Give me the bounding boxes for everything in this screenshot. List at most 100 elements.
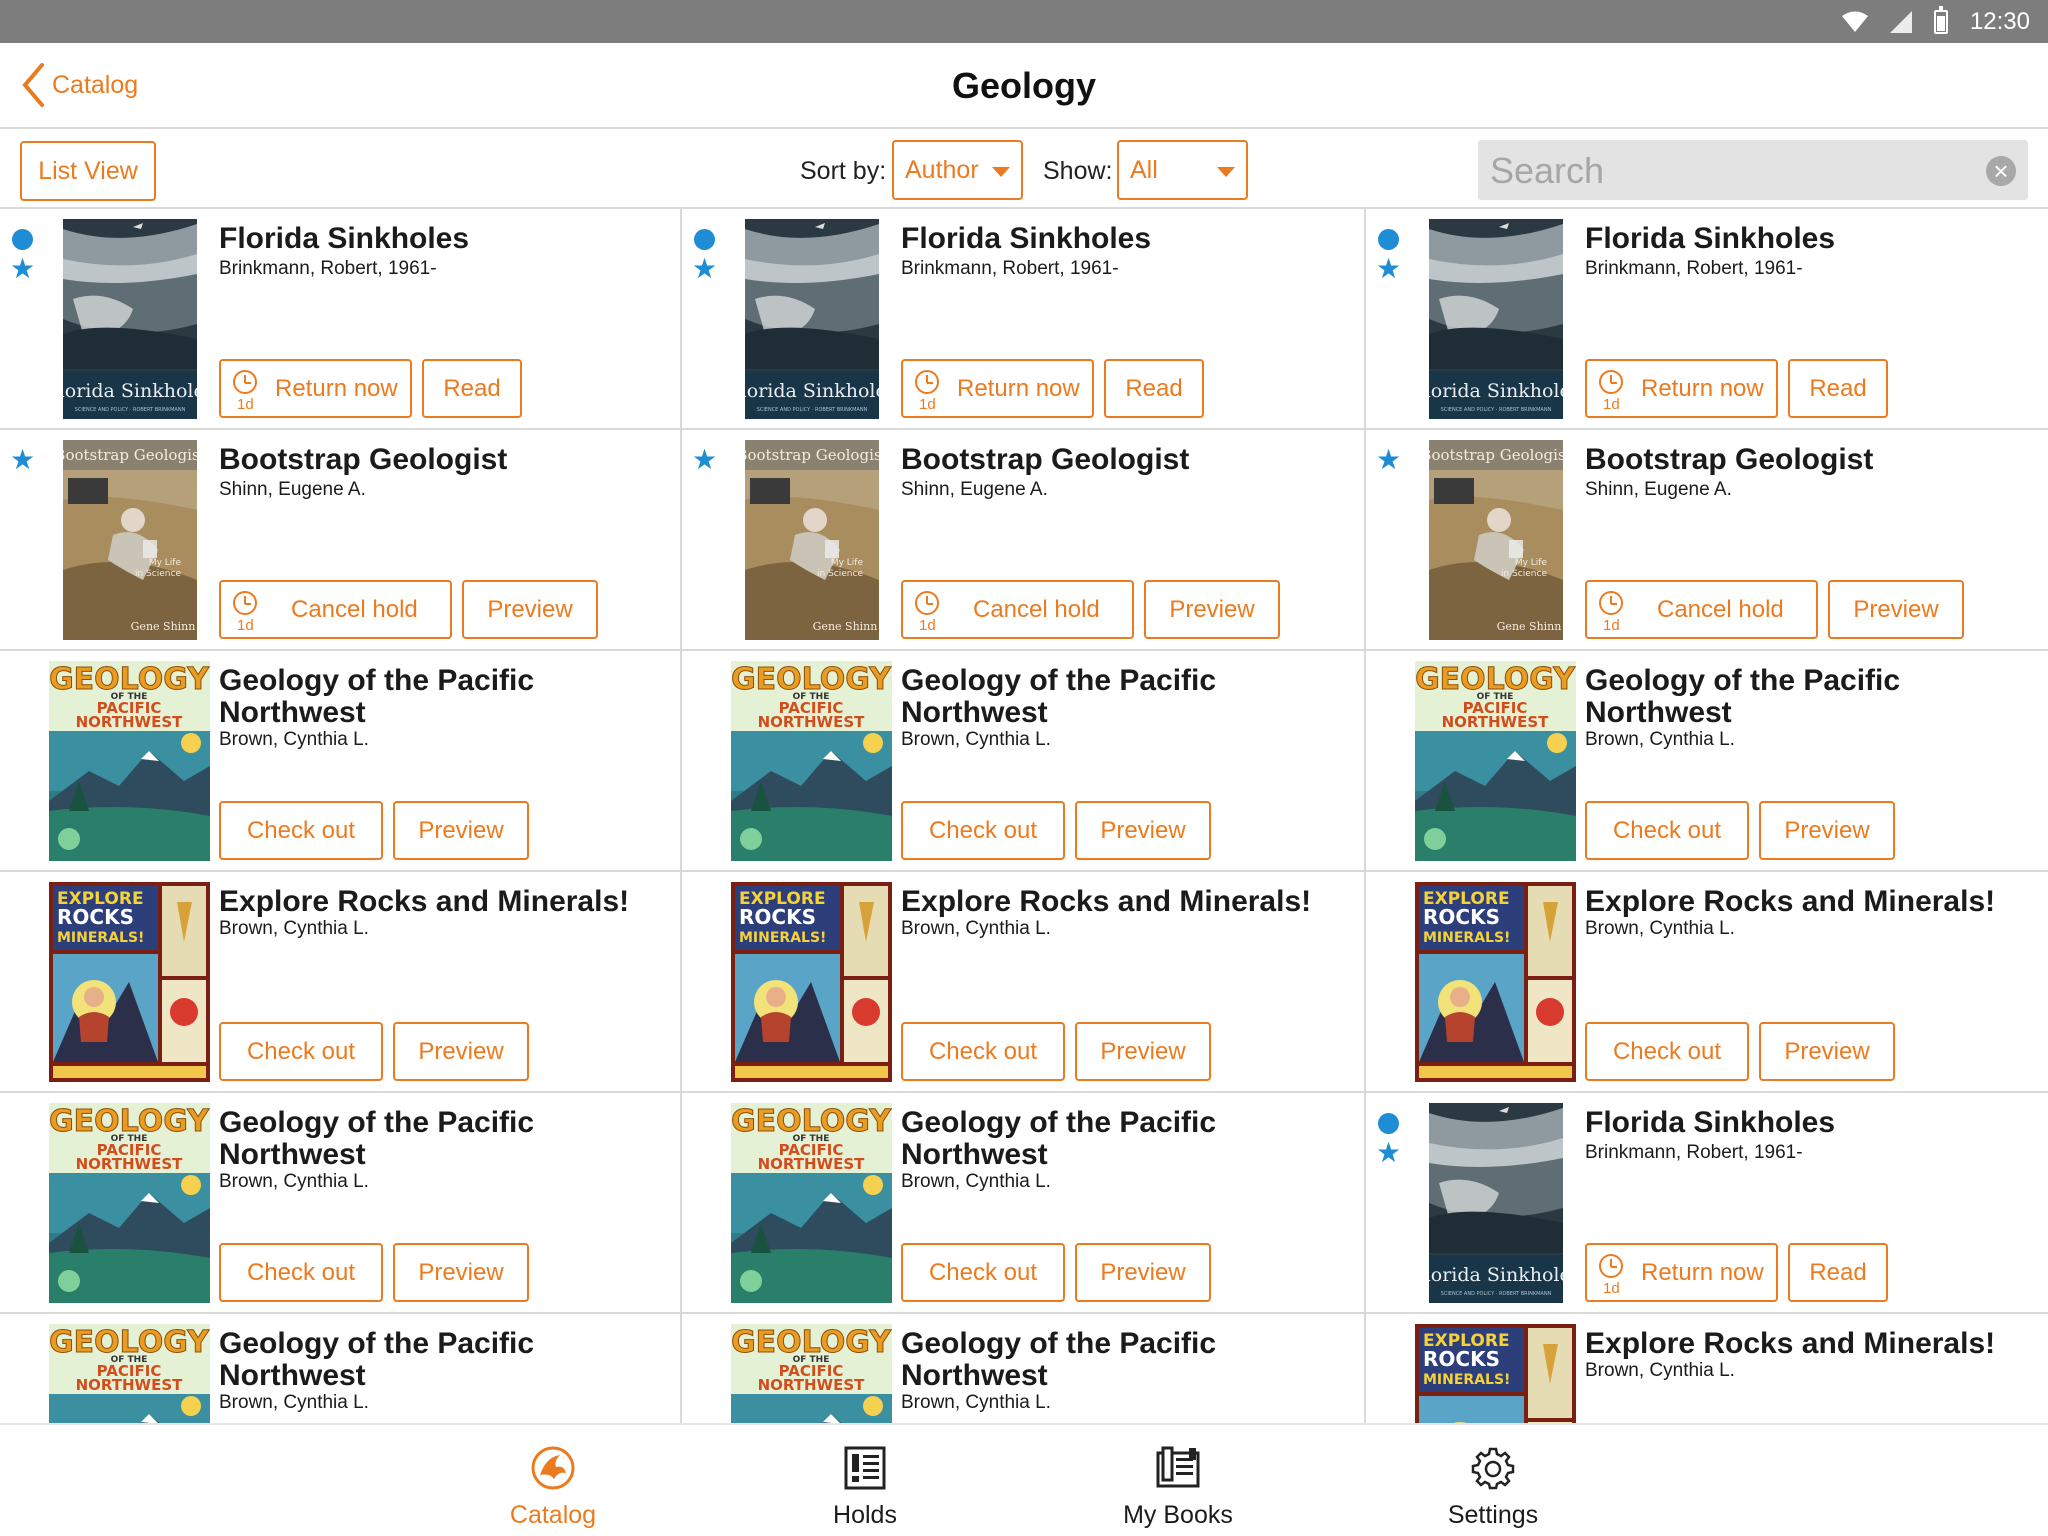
list-view-button[interactable]: List View (20, 141, 156, 201)
sort-label: Sort by: (800, 157, 887, 185)
preview-button[interactable]: Preview (1759, 801, 1895, 860)
cover-title-text: Florida Sinkholes (63, 380, 197, 402)
book-cell[interactable]: GEOLOGY OF THE PACIFIC NORTHWEST Geology… (1366, 651, 2048, 872)
star-icon: ★ (692, 253, 718, 284)
tab-label: My Books (1123, 1501, 1233, 1529)
read-button[interactable]: Read (1788, 1243, 1888, 1302)
book-cover[interactable]: Bootstrap Geologist My Life in Science G… (1429, 440, 1563, 640)
cover-title-text: Florida Sinkholes (745, 380, 879, 402)
check-out-button[interactable]: Check out (901, 1022, 1065, 1081)
status-bar: 12:30 (0, 0, 2048, 43)
book-cover[interactable]: EXPLORE ROCKS MINERALS! (1415, 1324, 1576, 1423)
read-button[interactable]: Read (422, 359, 522, 418)
preview-button[interactable]: Preview (1828, 580, 1964, 639)
return-now-button[interactable]: 1d Return now (1585, 359, 1778, 418)
book-cover[interactable]: GEOLOGY OF THE PACIFIC NORTHWEST (49, 1324, 210, 1423)
book-cover[interactable]: Bootstrap Geologist My Life in Science G… (745, 440, 879, 640)
preview-button[interactable]: Preview (1075, 1243, 1211, 1302)
cancel-hold-button[interactable]: 1d Cancel hold (901, 580, 1134, 639)
book-cell[interactable]: ★ Florida Sinkholes SCIENCE AND POLICY ·… (682, 209, 1366, 430)
check-out-button[interactable]: Check out (1585, 801, 1749, 860)
button-label: Check out (928, 1258, 1038, 1286)
svg-text:MINERALS!: MINERALS! (57, 930, 144, 946)
preview-button[interactable]: Preview (393, 1243, 529, 1302)
return-now-button[interactable]: 1d Return now (1585, 1243, 1778, 1302)
preview-button[interactable]: Preview (1075, 1022, 1211, 1081)
book-title: Explore Rocks and Minerals! (1585, 1327, 1996, 1360)
book-cover[interactable]: Bootstrap Geologist My Life in Science G… (63, 440, 197, 640)
book-cell[interactable]: EXPLORE ROCKS MINERALS! Explore Rocks an… (1366, 872, 2048, 1093)
book-title: Florida Sinkholes (901, 222, 1152, 255)
preview-button[interactable]: Preview (393, 801, 529, 860)
book-cell[interactable]: EXPLORE ROCKS MINERALS! Explore Rocks an… (1366, 1314, 2048, 1423)
book-cell[interactable]: EXPLORE ROCKS MINERALS! Explore Rocks an… (0, 872, 682, 1093)
cancel-hold-button[interactable]: 1d Cancel hold (1585, 580, 1818, 639)
svg-text:NORTHWEST: NORTHWEST (1442, 713, 1550, 731)
book-cell[interactable]: EXPLORE ROCKS MINERALS! Explore Rocks an… (682, 872, 1366, 1093)
tab-holds[interactable]: Holds (780, 1425, 950, 1536)
book-cell[interactable]: GEOLOGY OF THE PACIFIC NORTHWEST Geology… (0, 651, 682, 872)
book-info: Explore Rocks and Minerals! Brown, Cynthi… (1585, 1328, 2038, 1382)
check-out-button[interactable]: Check out (219, 1243, 383, 1302)
book-cover[interactable]: Florida Sinkholes SCIENCE AND POLICY · R… (745, 219, 879, 419)
book-cover[interactable]: EXPLORE ROCKS MINERALS! (731, 882, 892, 1082)
book-cell[interactable]: ★ Bootstrap Geologist My Life in Science… (0, 430, 682, 651)
check-out-button[interactable]: Check out (219, 1022, 383, 1081)
book-cover[interactable]: GEOLOGY OF THE PACIFIC NORTHWEST (1415, 661, 1576, 861)
check-out-button[interactable]: Check out (901, 801, 1065, 860)
clock-icon (915, 370, 939, 394)
preview-button[interactable]: Preview (1075, 801, 1211, 860)
read-button[interactable]: Read (1788, 359, 1888, 418)
book-cell[interactable]: ★ Florida Sinkholes SCIENCE AND POLICY ·… (1366, 1093, 2048, 1314)
show-select[interactable]: All (1117, 140, 1248, 200)
svg-text:NORTHWEST: NORTHWEST (76, 1376, 184, 1394)
book-cell[interactable]: ★ Florida Sinkholes SCIENCE AND POLICY ·… (1366, 209, 2048, 430)
book-cell[interactable]: GEOLOGY OF THE PACIFIC NORTHWEST Geology… (682, 1314, 1366, 1423)
book-cover[interactable]: GEOLOGY OF THE PACIFIC NORTHWEST (49, 1103, 210, 1303)
read-button[interactable]: Read (1104, 359, 1204, 418)
book-title: Bootstrap Geologist (1585, 443, 1874, 476)
book-cover[interactable]: Florida Sinkholes SCIENCE AND POLICY · R… (1429, 1103, 1563, 1303)
tab-my-books[interactable]: My Books (1093, 1425, 1263, 1536)
pacific-cover-art: GEOLOGY OF THE PACIFIC NORTHWEST (1415, 661, 1576, 861)
check-out-button[interactable]: Check out (901, 1243, 1065, 1302)
book-cell[interactable]: GEOLOGY OF THE PACIFIC NORTHWEST Geology… (0, 1314, 682, 1423)
book-cover[interactable]: EXPLORE ROCKS MINERALS! (1415, 882, 1576, 1082)
book-cover[interactable]: GEOLOGY OF THE PACIFIC NORTHWEST (49, 661, 210, 861)
book-cell[interactable]: GEOLOGY OF THE PACIFIC NORTHWEST Geology… (682, 1093, 1366, 1314)
pacific-cover-art: GEOLOGY OF THE PACIFIC NORTHWEST (731, 1324, 892, 1423)
book-cover[interactable]: GEOLOGY OF THE PACIFIC NORTHWEST (731, 661, 892, 861)
clock-icon (915, 591, 939, 615)
preview-button[interactable]: Preview (393, 1022, 529, 1081)
book-cell[interactable]: GEOLOGY OF THE PACIFIC NORTHWEST Geology… (682, 651, 1366, 872)
return-now-button[interactable]: 1d Return now (901, 359, 1094, 418)
check-out-button[interactable]: Check out (1585, 1022, 1749, 1081)
book-cell[interactable]: GEOLOGY OF THE PACIFIC NORTHWEST Geology… (0, 1093, 682, 1314)
check-out-button[interactable]: Check out (219, 801, 383, 860)
sinkholes-cover-art: Florida Sinkholes SCIENCE AND POLICY · R… (63, 219, 197, 419)
book-author: Brown, Cynthia L. (1585, 918, 1735, 939)
cancel-hold-button[interactable]: 1d Cancel hold (219, 580, 452, 639)
sort-select[interactable]: Author (892, 140, 1023, 200)
return-now-button[interactable]: 1d Return now (219, 359, 412, 418)
book-cover[interactable]: GEOLOGY OF THE PACIFIC NORTHWEST (731, 1324, 892, 1423)
tab-catalog[interactable]: Catalog (468, 1425, 638, 1536)
preview-button[interactable]: Preview (462, 580, 598, 639)
clock-icon (1599, 370, 1623, 394)
preview-button[interactable]: Preview (1144, 580, 1280, 639)
tab-settings[interactable]: Settings (1408, 1425, 1578, 1536)
preview-button[interactable]: Preview (1759, 1022, 1895, 1081)
svg-text:in Science: in Science (817, 569, 863, 579)
clear-search-icon[interactable]: × (1986, 156, 2016, 186)
book-cell[interactable]: ★ Bootstrap Geologist My Life in Science… (1366, 430, 2048, 651)
book-cover[interactable]: Florida Sinkholes SCIENCE AND POLICY · R… (63, 219, 197, 419)
book-cover[interactable]: GEOLOGY OF THE PACIFIC NORTHWEST (731, 1103, 892, 1303)
search-input[interactable]: Search × (1478, 140, 2028, 200)
book-title: Florida Sinkholes (219, 222, 470, 255)
bootstrap-cover-art: Bootstrap Geologist My Life in Science G… (745, 440, 879, 640)
book-cell[interactable]: ★ Florida Sinkholes SCIENCE AND POLICY ·… (0, 209, 682, 430)
book-cover[interactable]: Florida Sinkholes SCIENCE AND POLICY · R… (1429, 219, 1563, 419)
pacific-cover-art: GEOLOGY OF THE PACIFIC NORTHWEST (49, 1103, 210, 1303)
book-cover[interactable]: EXPLORE ROCKS MINERALS! (49, 882, 210, 1082)
book-cell[interactable]: ★ Bootstrap Geologist My Life in Science… (682, 430, 1366, 651)
